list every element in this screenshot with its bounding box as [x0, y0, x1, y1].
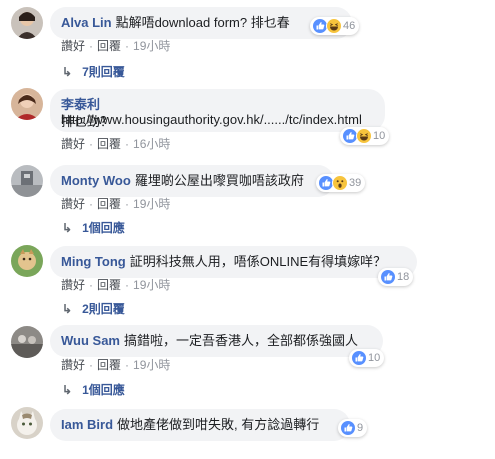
comment-actions: 讚好 · 回覆 · 16小時 [61, 137, 171, 151]
comment-author[interactable]: Alva Lin [61, 15, 112, 30]
replies-count: 2則回覆 [82, 302, 125, 316]
comment-text: 羅埋啲公屋出嚟買咖唔該政府 [134, 173, 304, 188]
avatar[interactable] [11, 326, 43, 358]
view-replies-link[interactable]: ↳ 1個回應 [62, 382, 125, 398]
comment-text: 點解唔download form? 排乜春 [115, 15, 290, 30]
like-icon [340, 420, 356, 436]
reply-button[interactable]: 回覆 [97, 197, 121, 211]
avatar[interactable] [11, 7, 43, 39]
comment-bubble: Wuu Sam 搞錯啦，一定吾香港人，全部都係強國人 [50, 325, 383, 357]
comment-actions: 讚好 · 回覆 · 19小時 [61, 39, 171, 53]
reply-button[interactable]: 回覆 [97, 137, 121, 151]
reaction-count: 9 [357, 422, 364, 434]
comment-bubble: Monty Woo 羅埋啲公屋出嚟買咖唔該政府 [50, 165, 334, 197]
comment-bubble: Alva Lin 點解唔download form? 排乜春 [50, 7, 352, 39]
like-button[interactable]: 讚好 [61, 358, 85, 372]
reaction-summary[interactable]: 46 [310, 17, 360, 35]
comment-timestamp[interactable]: 19小時 [133, 358, 170, 372]
reaction-summary[interactable]: 10 [340, 127, 390, 145]
comment-text: 証明科技無人用，唔係ONLINE有得填嫁咩？ [129, 254, 387, 269]
like-button[interactable]: 讚好 [61, 278, 85, 292]
reaction-count: 18 [397, 271, 410, 283]
avatar[interactable] [11, 165, 43, 197]
reply-arrow-icon: ↳ [62, 65, 73, 79]
comment-timestamp[interactable]: 16小時 [133, 137, 170, 151]
like-button[interactable]: 讚好 [61, 39, 85, 53]
comment-link[interactable]: http://www.housingauthority.gov.hk/.....… [61, 112, 362, 127]
comment-author[interactable]: 李泰利 [61, 96, 373, 113]
reply-arrow-icon: ↳ [62, 221, 73, 235]
view-replies-link[interactable]: ↳ 7則回覆 [62, 64, 125, 80]
comment-author[interactable]: Ming Tong [61, 254, 126, 269]
reaction-summary[interactable]: 39 [316, 174, 366, 192]
comment-text: 做地產佬做到咁失敗, 有方諗過轉行 [117, 417, 320, 432]
reaction-summary[interactable]: 18 [378, 268, 414, 286]
replies-count: 7則回覆 [82, 65, 125, 79]
reply-button[interactable]: 回覆 [97, 39, 121, 53]
comment-thread: Alva Lin 點解唔download form? 排乜春 46 讚好 · 回覆 · 1… [0, 0, 495, 459]
reply-arrow-icon: ↳ [62, 302, 73, 316]
like-button[interactable]: 讚好 [61, 197, 85, 211]
comment-author[interactable]: Iam Bird [61, 417, 113, 432]
reaction-summary[interactable]: 10 [349, 349, 385, 367]
comment-author[interactable]: Monty Woo [61, 173, 131, 188]
replies-count: 1個回應 [82, 221, 125, 235]
reply-arrow-icon: ↳ [62, 383, 73, 397]
comment-author[interactable]: Wuu Sam [61, 333, 120, 348]
avatar[interactable] [11, 407, 43, 439]
replies-count: 1個回應 [82, 383, 125, 397]
comment-timestamp[interactable]: 19小時 [133, 278, 170, 292]
view-replies-link[interactable]: ↳ 2則回覆 [62, 301, 125, 317]
view-replies-link[interactable]: ↳ 1個回應 [62, 220, 125, 236]
comment-actions: 讚好 · 回覆 · 19小時 [61, 197, 171, 211]
avatar[interactable] [11, 88, 43, 120]
comment-timestamp[interactable]: 19小時 [133, 39, 170, 53]
comment-timestamp[interactable]: 19小時 [133, 197, 170, 211]
reaction-count: 39 [349, 177, 362, 189]
comment-actions: 讚好 · 回覆 · 19小時 [61, 358, 171, 372]
reply-button[interactable]: 回覆 [97, 278, 121, 292]
avatar[interactable] [11, 245, 43, 277]
comment-actions: 讚好 · 回覆 · 19小時 [61, 278, 171, 292]
comment-bubble: Ming Tong 証明科技無人用，唔係ONLINE有得填嫁咩？ [50, 246, 417, 278]
like-icon [351, 350, 367, 366]
haha-icon [356, 128, 372, 144]
like-icon [380, 269, 396, 285]
reply-button[interactable]: 回覆 [97, 358, 121, 372]
wow-icon [332, 175, 348, 191]
reaction-count: 46 [343, 20, 356, 32]
reaction-count: 10 [373, 130, 386, 142]
reaction-count: 10 [368, 352, 381, 364]
comment-text: 搞錯啦，一定吾香港人，全部都係強國人 [124, 333, 359, 348]
reaction-summary[interactable]: 9 [338, 419, 368, 437]
comment-bubble: Iam Bird 做地產佬做到咁失敗, 有方諗過轉行 [50, 409, 350, 441]
like-button[interactable]: 讚好 [61, 137, 85, 151]
haha-icon [326, 18, 342, 34]
